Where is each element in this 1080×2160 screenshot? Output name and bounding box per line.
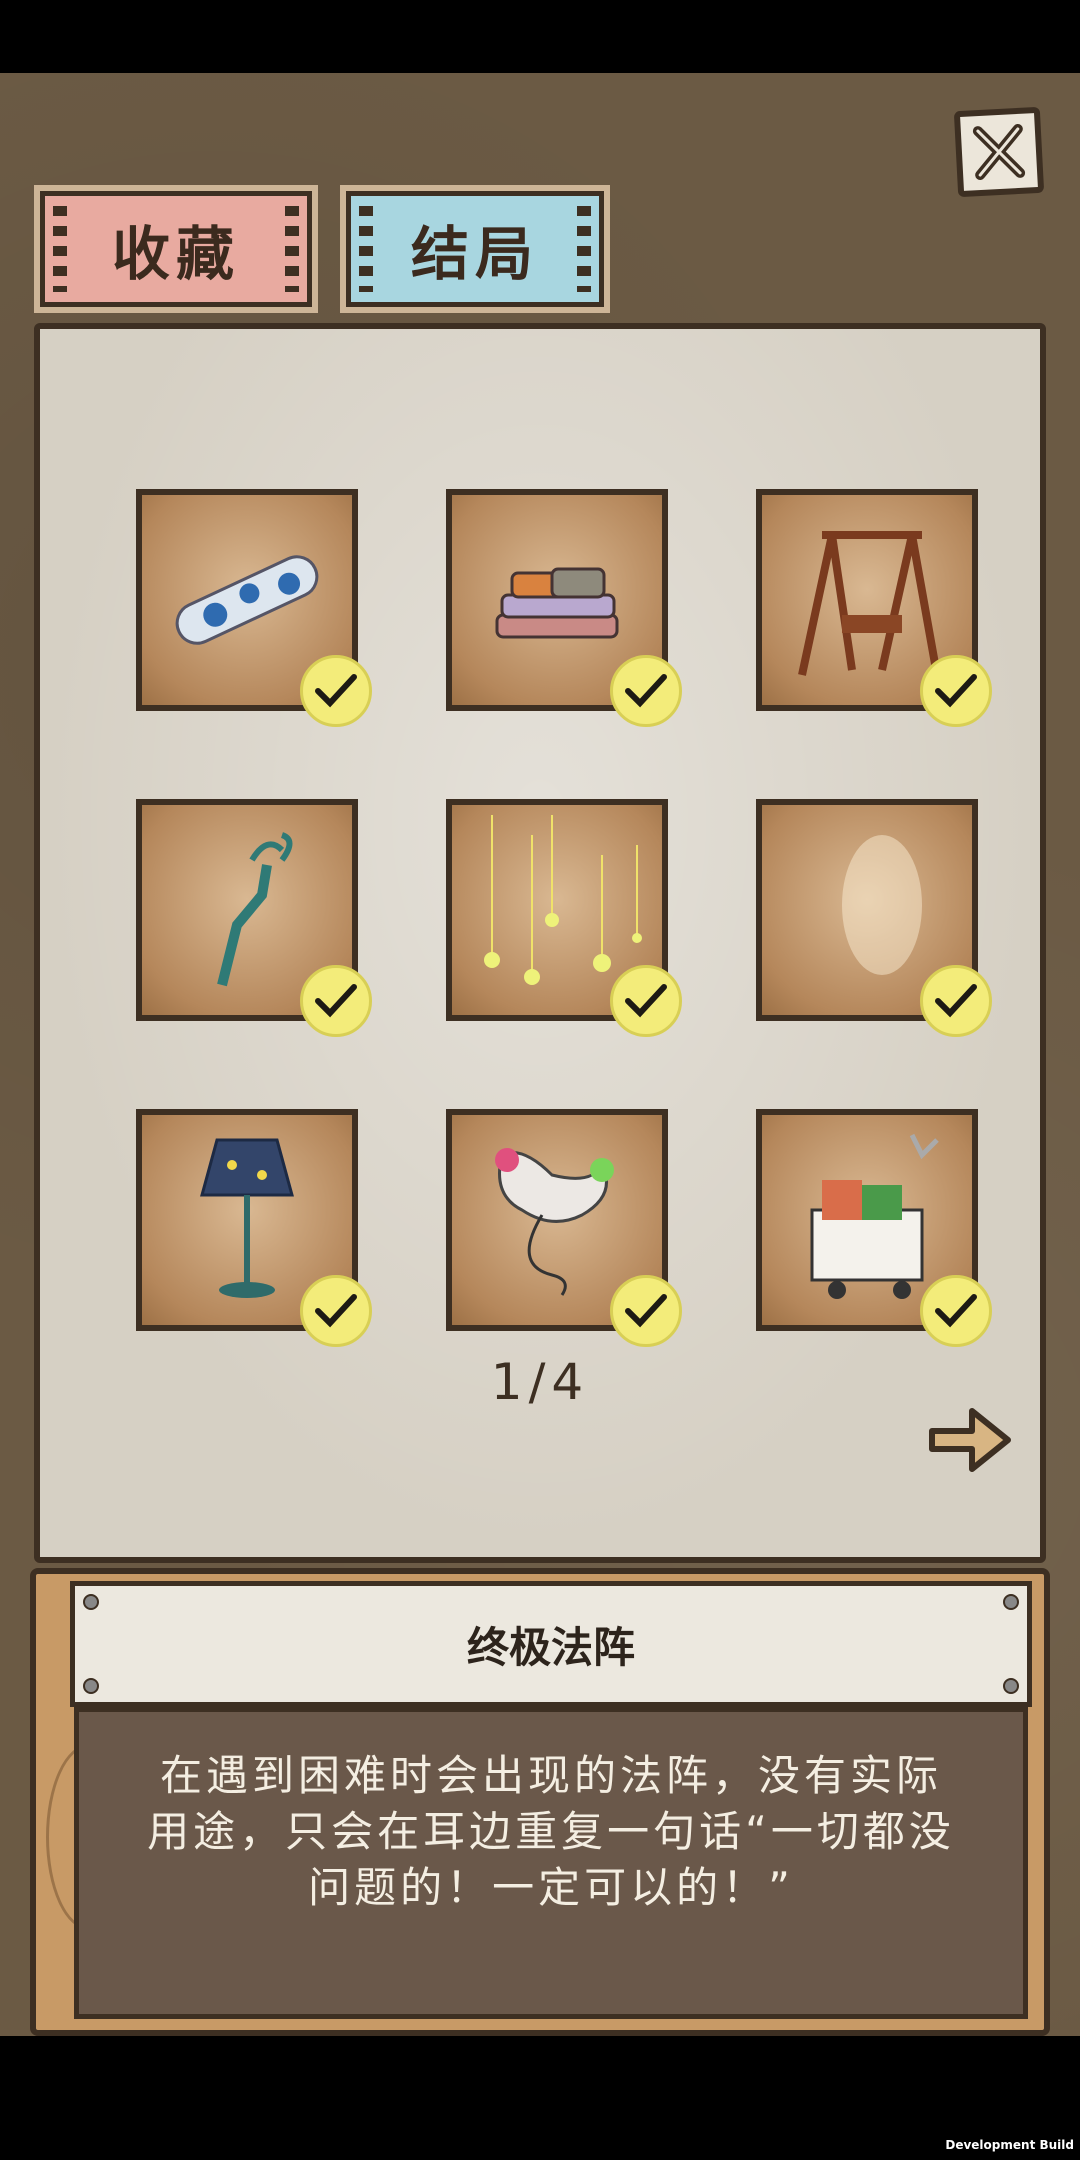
item-slot-3[interactable] — [756, 489, 992, 727]
checkmark-icon — [300, 1275, 372, 1347]
pin-icon — [83, 1678, 99, 1694]
item-slot-8[interactable] — [446, 1109, 682, 1347]
item-slot-7[interactable] — [136, 1109, 372, 1347]
item-title-banner: 终极法阵 — [70, 1581, 1032, 1707]
item-title: 终极法阵 — [466, 1622, 635, 1672]
tab-ending[interactable]: 结局 — [340, 185, 610, 313]
tab-collection[interactable]: 收藏 — [34, 185, 318, 313]
checkmark-icon — [610, 965, 682, 1037]
close-icon — [972, 123, 1026, 181]
checkmark-icon — [920, 655, 992, 727]
item-slot-6[interactable] — [756, 799, 992, 1037]
item-slot-1[interactable] — [136, 489, 372, 727]
tab-collection-label: 收藏 — [111, 220, 240, 288]
pin-icon — [1003, 1678, 1019, 1694]
pin-icon — [1003, 1594, 1019, 1610]
development-build-label: Development Build — [945, 2138, 1074, 2152]
checkmark-icon — [920, 1275, 992, 1347]
item-slot-2[interactable] — [446, 489, 682, 727]
item-slot-4[interactable] — [136, 799, 372, 1037]
item-slot-5[interactable] — [446, 799, 682, 1037]
collection-screen: 收藏 结局 1/4 终极法阵 在遇到困难时会出现的法阵，没有实际用途，只会在耳边… — [0, 73, 1080, 2036]
checkmark-icon — [300, 965, 372, 1037]
pin-icon — [83, 1594, 99, 1610]
close-button[interactable] — [953, 106, 1045, 198]
next-page-button[interactable] — [926, 1403, 1014, 1477]
item-description: 在遇到困难时会出现的法阵，没有实际用途，只会在耳边重复一句话“一切都没问题的！一… — [147, 1751, 955, 1912]
checkmark-icon — [610, 655, 682, 727]
page-indicator: 1/4 — [490, 1353, 590, 1411]
checkmark-icon — [300, 655, 372, 727]
checkmark-icon — [920, 965, 992, 1037]
item-slot-9[interactable] — [756, 1109, 992, 1347]
tab-ending-label: 结局 — [410, 220, 539, 288]
checkmark-icon — [610, 1275, 682, 1347]
item-description-box: 在遇到困难时会出现的法阵，没有实际用途，只会在耳边重复一句话“一切都没问题的！一… — [74, 1707, 1028, 2019]
arrow-right-icon — [929, 1408, 1011, 1472]
